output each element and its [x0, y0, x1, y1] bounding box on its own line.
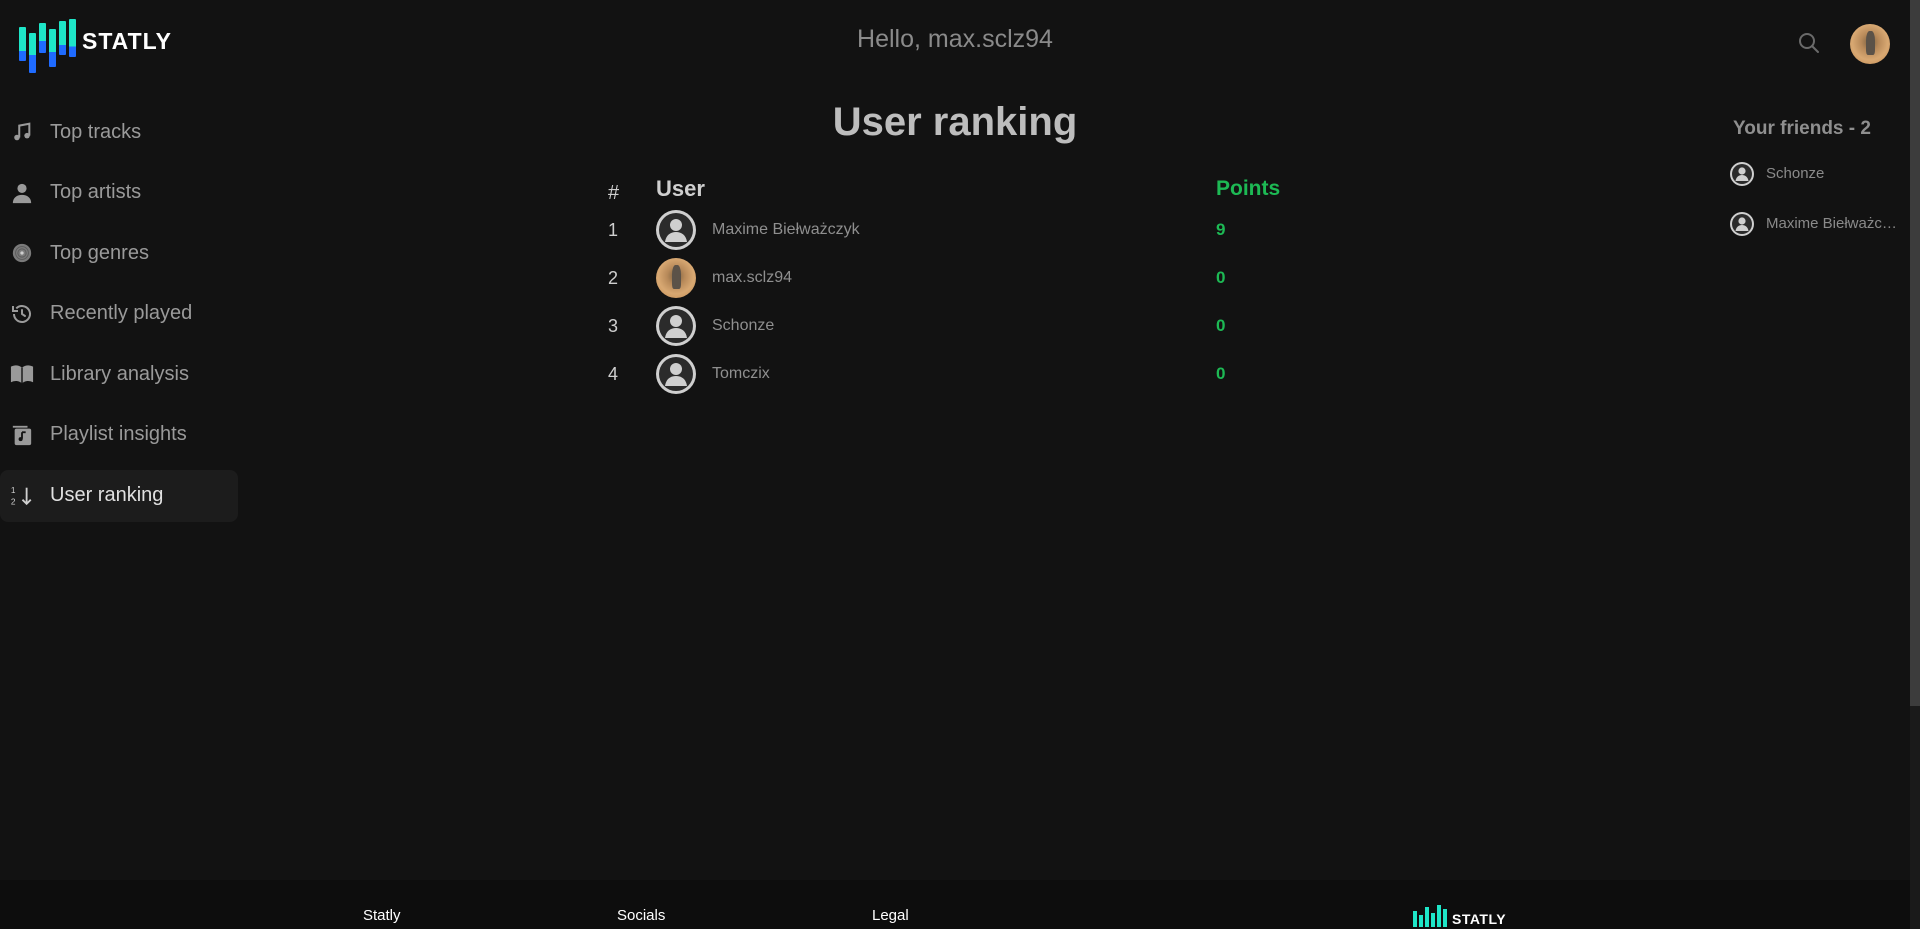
- user-avatar[interactable]: [1850, 24, 1890, 64]
- user-points: 9: [1216, 220, 1226, 239]
- user-points: 0: [1216, 316, 1226, 335]
- user-name[interactable]: Schonze: [712, 317, 774, 335]
- rank-number: 3: [608, 316, 619, 336]
- ranking-table: # User Points 1 Maxime Biełważczyk 9 2 m…: [596, 170, 1316, 398]
- table-row[interactable]: 3 Schonze 0: [596, 302, 1316, 350]
- user-photo-avatar: [656, 258, 696, 298]
- sidebar-item-user-ranking[interactable]: 12 User ranking: [0, 469, 238, 522]
- user-name[interactable]: Maxime Biełważczyk: [712, 221, 860, 239]
- footer-logo[interactable]: STATLY: [1413, 905, 1506, 927]
- friends-title: Your friends - 2: [1733, 118, 1871, 139]
- sidebar: Top tracks Top artists Top genres Recent…: [0, 106, 240, 530]
- user-points: 0: [1216, 364, 1226, 383]
- table-row[interactable]: 4 Tomczix 0: [596, 350, 1316, 398]
- footer-logo-text: STATLY: [1452, 911, 1507, 927]
- sidebar-item-label: User ranking: [50, 484, 164, 507]
- footer-statly-heading: Statly: [363, 907, 401, 924]
- sidebar-item-top-genres[interactable]: Top genres: [0, 227, 238, 279]
- user-column-header: User: [656, 176, 705, 201]
- table-row[interactable]: 1 Maxime Biełważczyk 9: [596, 206, 1316, 254]
- friend-name: Maxime Biełważczyk: [1766, 215, 1901, 232]
- friend-item[interactable]: Maxime Biełważczyk: [1730, 207, 1910, 240]
- friend-name: Schonze: [1766, 165, 1825, 182]
- ranking-header: # User Points: [596, 170, 1316, 206]
- sidebar-item-recently-played[interactable]: Recently played: [0, 288, 238, 340]
- user-name[interactable]: Tomczix: [712, 365, 770, 383]
- friends-panel: Your friends - 2 Schonze Maxime Biełważc…: [1730, 118, 1910, 240]
- book-icon: [10, 362, 34, 386]
- vinyl-icon: [10, 241, 34, 265]
- scrollbar-track[interactable]: [1910, 0, 1920, 929]
- friend-item[interactable]: Schonze: [1730, 157, 1910, 190]
- default-avatar-icon: [1730, 161, 1754, 186]
- rank-number: 1: [608, 220, 619, 240]
- svg-text:2: 2: [11, 496, 16, 506]
- footer-legal-heading: Legal: [872, 907, 909, 924]
- table-row[interactable]: 2 max.sclz94 0: [596, 254, 1316, 302]
- page-title: User ranking: [832, 100, 1078, 144]
- svg-text:1: 1: [11, 485, 16, 495]
- footer-socials-heading: Socials: [617, 907, 666, 924]
- logo-bars-icon: [1413, 905, 1447, 927]
- default-avatar-icon: [1730, 211, 1754, 236]
- default-avatar-icon: [656, 210, 696, 250]
- sidebar-item-label: Library analysis: [50, 362, 189, 385]
- sidebar-item-playlist-insights[interactable]: Playlist insights: [0, 409, 238, 461]
- points-column-header: Points: [1216, 177, 1281, 200]
- user-name[interactable]: max.sclz94: [712, 269, 792, 287]
- sidebar-item-label: Top genres: [50, 241, 149, 264]
- greeting: Hello, max.sclz94: [857, 25, 1053, 53]
- user-points: 0: [1216, 268, 1226, 287]
- default-avatar-icon: [656, 306, 696, 346]
- history-icon: [10, 302, 34, 326]
- default-avatar-icon: [656, 354, 696, 394]
- rank-column-header: #: [608, 182, 620, 204]
- rank-number: 4: [608, 364, 619, 384]
- rank-number: 2: [608, 268, 619, 288]
- sidebar-item-library-analysis[interactable]: Library analysis: [0, 348, 238, 400]
- footer: Statly Socials Legal STATLY: [0, 880, 1910, 929]
- playlist-icon: [10, 423, 34, 447]
- sidebar-item-label: Recently played: [50, 302, 193, 325]
- sidebar-item-label: Top artists: [50, 181, 142, 204]
- search-icon[interactable]: [1797, 31, 1821, 60]
- sidebar-item-top-artists[interactable]: Top artists: [0, 167, 238, 219]
- sidebar-item-label: Playlist insights: [50, 423, 187, 446]
- sort-numeric-icon: 12: [10, 484, 34, 508]
- scrollbar-thumb[interactable]: [1910, 0, 1920, 706]
- person-icon: [10, 181, 34, 205]
